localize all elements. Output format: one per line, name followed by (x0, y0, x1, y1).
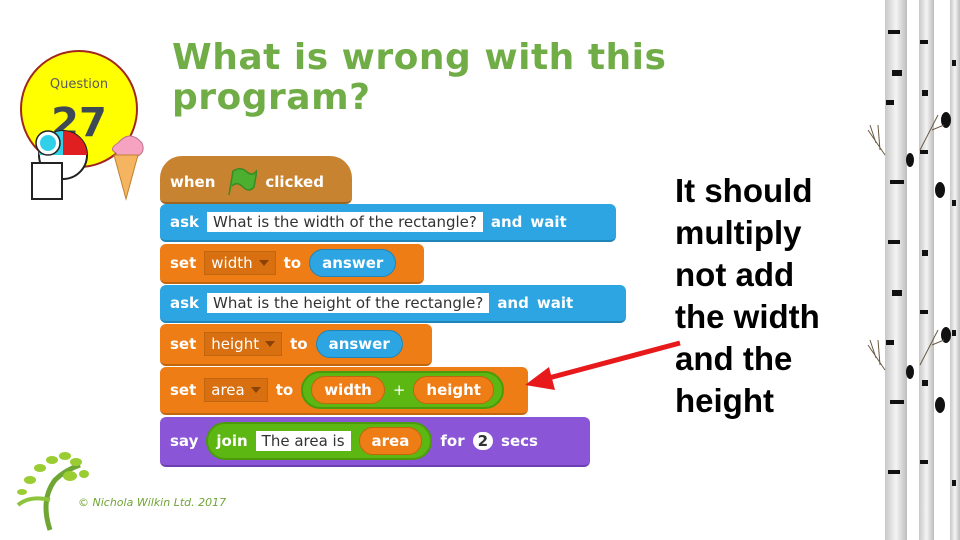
set-height-block[interactable]: set height to answer (160, 324, 432, 366)
ask-height-input[interactable]: What is the height of the rectangle? (207, 293, 490, 313)
say-block[interactable]: say join The area is area for 2 secs (160, 417, 590, 467)
dropdown-arrow-icon (265, 341, 276, 347)
join-text-input[interactable]: The area is (255, 431, 351, 451)
answer-reporter[interactable]: answer (315, 330, 403, 358)
tree-logo-icon (16, 452, 89, 531)
join-operator[interactable]: join The area is area (206, 422, 433, 460)
dropdown-arrow-icon (250, 387, 261, 393)
beach-clipart-icon (31, 130, 144, 201)
addition-operator[interactable]: width + height (301, 371, 504, 409)
set-area-block[interactable]: set area to width + height (160, 367, 528, 415)
dropdown-arrow-icon (258, 260, 269, 266)
green-flag-icon (228, 168, 258, 196)
question-label: Question (49, 77, 109, 92)
answer-text: It should multiply not add the width and… (675, 172, 820, 419)
copyright-footer: © Nichola Wilkin Ltd. 2017 (78, 496, 227, 509)
variable-dropdown-area[interactable]: area (204, 378, 268, 402)
red-arrow-icon (525, 340, 681, 390)
secs-input[interactable]: 2 (472, 432, 494, 450)
width-reporter[interactable]: width (311, 376, 385, 404)
birch-trees-decoration-icon (867, 0, 960, 540)
area-reporter[interactable]: area (358, 427, 423, 455)
height-reporter[interactable]: height (413, 376, 494, 404)
variable-dropdown-height[interactable]: height (204, 332, 283, 356)
ask-width-input[interactable]: What is the width of the rectangle? (207, 212, 483, 232)
variable-dropdown-width[interactable]: width (204, 251, 276, 275)
when-flag-clicked-block[interactable]: when clicked (160, 156, 352, 204)
ask-width-block[interactable]: ask What is the width of the rectangle? … (160, 204, 616, 242)
set-width-block[interactable]: set width to answer (160, 244, 424, 284)
page-title: What is wrong with this program? (172, 37, 667, 118)
answer-reporter[interactable]: answer (309, 249, 397, 277)
ask-height-block[interactable]: ask What is the height of the rectangle?… (160, 285, 626, 323)
plus-operator-symbol: + (392, 381, 406, 399)
